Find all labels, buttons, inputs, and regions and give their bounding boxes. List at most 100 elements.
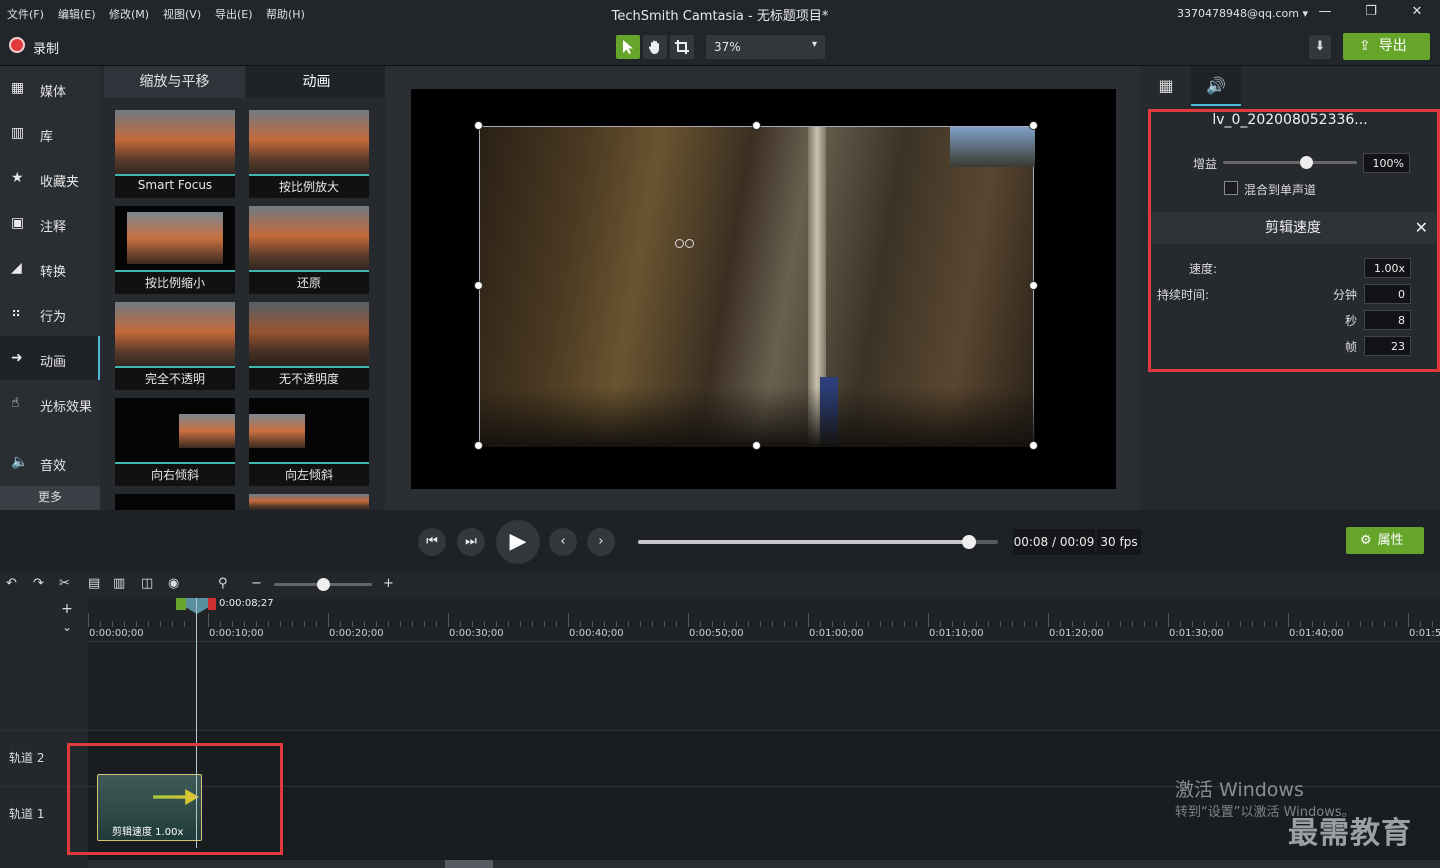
resize-handle[interactable] <box>474 281 483 290</box>
cut-icon[interactable]: ✂ <box>59 576 70 591</box>
animation-thumb[interactable]: 向右倾斜 <box>115 398 235 486</box>
annotation-icon: ▣ <box>11 215 25 231</box>
sidebar-item-cursor-effects[interactable]: ☝ 光标效果 <box>0 381 100 425</box>
video-clip-preview[interactable] <box>479 126 1035 447</box>
undo-icon[interactable]: ↶ <box>6 576 17 591</box>
thumb-label: 无不透明度 <box>278 372 339 386</box>
maximize-button[interactable]: ❐ <box>1361 4 1381 22</box>
play-button[interactable]: ▶ <box>496 520 540 564</box>
ruler-tick <box>940 621 941 627</box>
resize-handle[interactable] <box>1029 441 1038 450</box>
resize-handle[interactable] <box>752 121 761 130</box>
timeline-zoom-slider[interactable] <box>274 578 372 591</box>
redo-icon[interactable]: ↷ <box>33 576 44 591</box>
playhead-in-marker[interactable] <box>176 598 186 610</box>
camera-icon[interactable]: ◉ <box>168 576 179 591</box>
crop-tool-button[interactable] <box>670 35 694 59</box>
tab-visual-properties[interactable]: ▦ <box>1141 66 1191 106</box>
resize-handle[interactable] <box>474 121 483 130</box>
download-button[interactable]: ⬇ <box>1309 35 1331 59</box>
film-icon: ▦ <box>11 80 25 96</box>
pan-tool-button[interactable] <box>643 35 667 59</box>
resize-handle[interactable] <box>1029 121 1038 130</box>
sidebar-item-label: 注释 <box>40 220 67 235</box>
animation-thumb[interactable]: Smart Focus <box>115 110 235 198</box>
ruler-tick <box>184 621 185 627</box>
sidebar-item-audio-effects[interactable]: 🔈 音效 <box>0 440 100 484</box>
step-back-button[interactable]: ⏮ <box>418 528 446 556</box>
close-button[interactable]: ✕ <box>1407 4 1427 22</box>
thumbnail-image <box>249 206 369 272</box>
tab-audio-properties[interactable]: 🔊 <box>1191 66 1241 106</box>
ruler-tick <box>220 621 221 627</box>
scrub-bar[interactable] <box>638 535 998 549</box>
sidebar-item-behaviors[interactable]: ⠶ 行为 <box>0 291 100 335</box>
sidebar-item-label: 转换 <box>40 265 67 280</box>
properties-button[interactable]: ⚙ 属性 <box>1346 527 1424 554</box>
scrollbar-thumb[interactable] <box>445 860 493 868</box>
resize-handle[interactable] <box>474 441 483 450</box>
next-button[interactable]: › <box>587 528 615 556</box>
anchor-point-icon[interactable] <box>675 239 684 248</box>
sidebar-item-annotations[interactable]: ▣ 注释 <box>0 201 100 245</box>
zoom-slider-knob[interactable] <box>317 578 330 591</box>
thumb-divider <box>249 366 369 368</box>
export-button[interactable]: ⇪ 导出 <box>1343 33 1430 60</box>
ruler-tick <box>1204 621 1205 627</box>
video-ground <box>480 387 1035 447</box>
account-menu[interactable]: 3370478948@qq.com ▾ <box>1177 7 1308 20</box>
paste-icon[interactable]: ▥ <box>113 576 125 591</box>
search-icon[interactable]: ⚲ <box>218 576 228 591</box>
tab-zoom-pan[interactable]: 缩放与平移 <box>104 66 245 98</box>
playhead-out-marker[interactable] <box>208 598 216 610</box>
split-icon[interactable]: ◫ <box>141 576 153 591</box>
previous-button[interactable]: ‹ <box>549 528 577 556</box>
select-tool-button[interactable] <box>616 35 640 59</box>
sidebar-item-transitions[interactable]: ◢ 转换 <box>0 246 100 290</box>
minimize-button[interactable]: — <box>1315 4 1335 22</box>
scrub-knob[interactable] <box>962 535 977 549</box>
copy-icon[interactable]: ▤ <box>88 576 100 591</box>
thumb-label: 还原 <box>296 276 321 290</box>
animation-thumb[interactable]: 按比例放大 <box>249 110 369 198</box>
ruler-tick <box>484 621 485 627</box>
ruler-tick <box>1372 621 1373 627</box>
animation-thumb[interactable]: 无不透明度 <box>249 302 369 390</box>
animation-thumb[interactable]: 按比例缩小 <box>115 206 235 294</box>
animation-thumb[interactable]: 完全不透明 <box>115 302 235 390</box>
zoom-out-icon[interactable]: − <box>251 576 262 591</box>
anchor-point-icon[interactable] <box>685 239 694 248</box>
ruler-tick <box>112 621 113 627</box>
record-button[interactable]: 录制 <box>33 38 59 57</box>
time-ruler[interactable]: 0:00:00;00 0:00:10;00 0:00:20;00 0:00:30;00… <box>88 598 1440 642</box>
share-icon: ⇪ <box>1359 38 1371 54</box>
ruler-tick <box>1000 621 1001 627</box>
timeline-scrollbar[interactable] <box>88 860 1440 868</box>
animation-thumb[interactable]: 向左倾斜 <box>249 398 369 486</box>
step-forward-button[interactable]: ⏭ <box>457 528 485 556</box>
animation-thumb[interactable] <box>115 494 235 510</box>
tab-animations[interactable]: 动画 <box>246 66 387 98</box>
canvas-area <box>385 66 1140 510</box>
resize-handle[interactable] <box>1029 281 1038 290</box>
ruler-tick-label: 0:01:00;00 <box>809 628 864 639</box>
sidebar-item-library[interactable]: ▥ 库 <box>0 111 100 155</box>
resize-handle[interactable] <box>752 441 761 450</box>
sidebar-item-favorites[interactable]: ★ 收藏夹 <box>0 156 100 200</box>
animation-thumb[interactable] <box>249 494 369 510</box>
zoom-select[interactable]: 37% ▾ <box>706 35 825 59</box>
animation-thumb[interactable]: 还原 <box>249 206 369 294</box>
preview-canvas[interactable] <box>411 89 1116 489</box>
ruler-tick <box>1180 621 1181 627</box>
collapse-tracks-button[interactable]: ⌄ <box>54 620 80 638</box>
sidebar-item-media[interactable]: ▦ 媒体 <box>0 66 100 110</box>
timeline-empty-area[interactable] <box>88 642 1440 730</box>
more-button[interactable]: 更多 <box>0 486 100 510</box>
record-icon[interactable] <box>9 37 25 53</box>
sidebar-item-animations[interactable]: ➜ 动画 <box>0 336 100 380</box>
zoom-in-icon[interactable]: + <box>383 576 394 591</box>
add-track-button[interactable]: + <box>54 601 80 619</box>
chevron-down-icon: ▾ <box>1302 7 1308 20</box>
ruler-tick <box>856 621 857 627</box>
highlight-box <box>1148 109 1440 372</box>
